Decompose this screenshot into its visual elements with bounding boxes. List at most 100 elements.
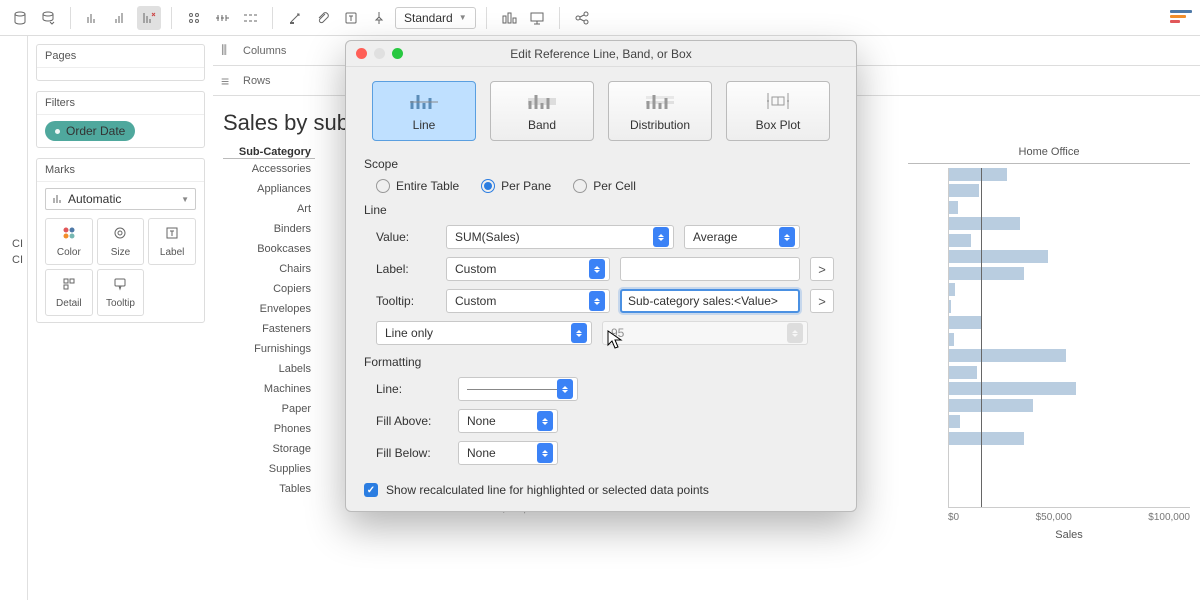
bar-tables[interactable] <box>949 432 1024 445</box>
bar-envelopes[interactable] <box>949 283 955 296</box>
pill-dot-icon <box>55 129 60 134</box>
scope-per-pane[interactable]: Per Pane <box>481 179 551 193</box>
bar-accessories[interactable] <box>949 168 1007 181</box>
bar-storage[interactable] <box>949 399 1033 412</box>
tooltip-insert-button[interactable]: > <box>810 289 834 313</box>
attach-icon[interactable] <box>311 6 335 30</box>
value-agg-select[interactable]: Average <box>684 225 800 249</box>
bar-fasteners[interactable] <box>949 300 951 313</box>
presentation-icon[interactable] <box>525 6 549 30</box>
sort-desc-icon[interactable] <box>137 6 161 30</box>
group-icon[interactable] <box>182 6 206 30</box>
list-item[interactable]: Fasteners <box>223 319 315 339</box>
data-source-icon[interactable] <box>8 6 32 30</box>
bar-appliances[interactable] <box>949 184 979 197</box>
list-item[interactable]: Binders <box>223 219 315 239</box>
show-labels-icon[interactable] <box>210 6 234 30</box>
tab-line[interactable]: Line <box>372 81 476 141</box>
list-item[interactable]: Labels <box>223 359 315 379</box>
bar-bookcases[interactable] <box>949 234 971 247</box>
tab-boxplot[interactable]: Box Plot <box>726 81 830 141</box>
marks-detail[interactable]: Detail <box>45 269 93 316</box>
bar-binders[interactable] <box>949 217 1020 230</box>
field-ci-1[interactable]: CI <box>0 236 27 252</box>
reference-line[interactable] <box>981 168 982 507</box>
marks-title: Marks <box>37 159 204 182</box>
xaxis-label: Sales <box>948 523 1190 541</box>
tab-distribution[interactable]: Distribution <box>608 81 712 141</box>
list-item[interactable]: Accessories <box>223 159 315 179</box>
value-field-select[interactable]: SUM(Sales) <box>446 225 674 249</box>
tab-band[interactable]: Band <box>490 81 594 141</box>
fill-above-select[interactable]: None <box>458 409 558 433</box>
zoom-window-button[interactable] <box>392 48 403 59</box>
bar-art[interactable] <box>949 201 958 214</box>
swap-axes-icon[interactable] <box>81 6 105 30</box>
bars-area[interactable] <box>948 168 1190 508</box>
field-ci-2[interactable]: CI <box>0 252 27 268</box>
sort-asc-icon[interactable] <box>109 6 133 30</box>
pages-title: Pages <box>37 45 204 68</box>
show-me-icon[interactable] <box>497 6 521 30</box>
dialog-titlebar[interactable]: Edit Reference Line, Band, or Box <box>346 41 856 67</box>
highlight-icon[interactable] <box>283 6 307 30</box>
fill-below-label: Fill Below: <box>376 446 448 460</box>
bar-paper[interactable] <box>949 366 977 379</box>
bar-copiers[interactable] <box>949 267 1024 280</box>
text-icon[interactable] <box>339 6 363 30</box>
color-legend-icon[interactable] <box>1170 10 1192 26</box>
share-icon[interactable] <box>570 6 594 30</box>
bar-phones[interactable] <box>949 382 1076 395</box>
marks-tooltip[interactable]: Tooltip <box>97 269 145 316</box>
recalc-checkbox-row[interactable]: Show recalculated line for highlighted o… <box>364 483 838 497</box>
label-text-input[interactable] <box>620 257 800 281</box>
confidence-select[interactable]: 95 <box>602 321 808 345</box>
list-item[interactable]: Art <box>223 199 315 219</box>
list-item[interactable]: Phones <box>223 419 315 439</box>
fit-dropdown[interactable]: Standard ▼ <box>395 7 476 29</box>
tooltip-text-input[interactable]: Sub-category sales:<Value> <box>620 289 800 313</box>
list-item[interactable]: Machines <box>223 379 315 399</box>
filter-pill-order-date[interactable]: Order Date <box>45 121 135 141</box>
list-item[interactable]: Copiers <box>223 279 315 299</box>
fill-below-select[interactable]: None <box>458 441 558 465</box>
totals-icon[interactable] <box>238 6 262 30</box>
line-style-select[interactable] <box>458 377 578 401</box>
list-item[interactable]: Appliances <box>223 179 315 199</box>
list-item[interactable]: Paper <box>223 399 315 419</box>
marks-size[interactable]: Size <box>97 218 145 265</box>
filters-title: Filters <box>37 92 204 115</box>
bar-furnishings[interactable] <box>949 316 981 329</box>
bar-machines[interactable] <box>949 349 1066 362</box>
data-source-refresh-icon[interactable] <box>36 6 60 30</box>
caret-down-icon: ▼ <box>181 195 189 204</box>
pin-icon[interactable] <box>367 6 391 30</box>
scope-per-cell[interactable]: Per Cell <box>573 179 636 193</box>
scope-entire-table[interactable]: Entire Table <box>376 179 459 193</box>
marks-color[interactable]: Color <box>45 218 93 265</box>
close-window-button[interactable] <box>356 48 367 59</box>
filters-card: Filters Order Date <box>36 91 205 148</box>
minimize-window-button[interactable] <box>374 48 385 59</box>
list-item[interactable]: Tables <box>223 479 315 499</box>
side-panels: Pages Filters Order Date Marks Automatic <box>28 36 213 600</box>
line-only-select[interactable]: Line only <box>376 321 592 345</box>
checkbox-checked-icon[interactable] <box>364 483 378 497</box>
marks-type-dropdown[interactable]: Automatic ▼ <box>45 188 196 210</box>
list-item[interactable]: Furnishings <box>223 339 315 359</box>
label-insert-button[interactable]: > <box>810 257 834 281</box>
data-pane-edge: CI CI <box>0 36 28 600</box>
dist-tab-icon <box>644 90 676 112</box>
list-item[interactable]: Bookcases <box>223 239 315 259</box>
label-mode-select[interactable]: Custom <box>446 257 610 281</box>
bar-labels[interactable] <box>949 333 954 346</box>
list-item[interactable]: Envelopes <box>223 299 315 319</box>
list-item[interactable]: Supplies <box>223 459 315 479</box>
list-item[interactable]: Storage <box>223 439 315 459</box>
tooltip-mode-select[interactable]: Custom <box>446 289 610 313</box>
bar-supplies[interactable] <box>949 415 960 428</box>
marks-type-label: Automatic <box>68 192 121 206</box>
bar-chairs[interactable] <box>949 250 1048 263</box>
list-item[interactable]: Chairs <box>223 259 315 279</box>
marks-label[interactable]: Label <box>148 218 196 265</box>
